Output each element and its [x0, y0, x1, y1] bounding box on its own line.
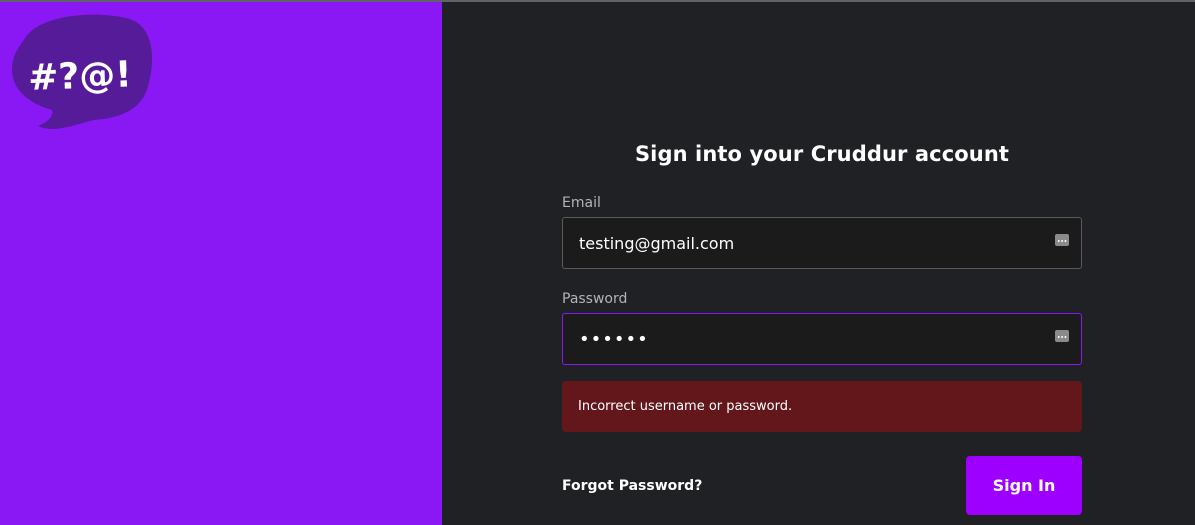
email-input[interactable] — [562, 217, 1082, 269]
logo-text: #?@! — [27, 54, 132, 99]
password-label: Password — [562, 291, 628, 307]
brand-panel: #?@! — [0, 2, 442, 525]
page-title: Sign into your Cruddur account — [634, 142, 1010, 166]
error-message: Incorrect username or password. — [562, 381, 1082, 432]
forgot-password-link[interactable]: Forgot Password? — [562, 478, 702, 494]
autofill-icon[interactable] — [1055, 234, 1069, 246]
cruddur-logo: #?@! — [12, 14, 153, 130]
sign-in-button[interactable]: Sign In — [966, 456, 1082, 515]
autofill-icon[interactable] — [1055, 330, 1069, 342]
sign-in-page: #?@! Sign into your Cruddur account Emai… — [0, 0, 1195, 525]
password-input[interactable] — [562, 313, 1082, 365]
sign-in-panel: Sign into your Cruddur account Email Pas… — [442, 2, 1195, 525]
email-label: Email — [562, 195, 601, 211]
